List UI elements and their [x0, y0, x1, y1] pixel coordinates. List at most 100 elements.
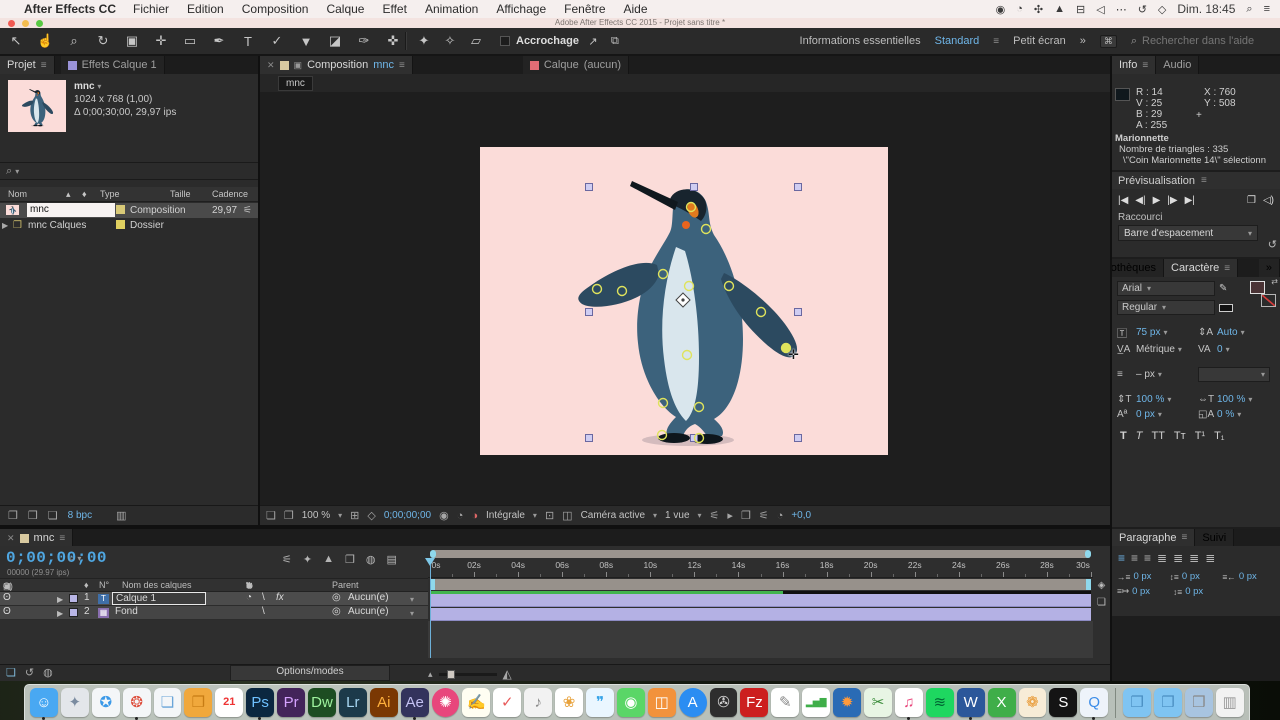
- info-panel-menu-icon[interactable]: ≡: [1142, 60, 1148, 71]
- always-preview-icon[interactable]: ❏: [266, 509, 276, 522]
- col-type[interactable]: Type: [100, 189, 120, 199]
- type-style-button-2[interactable]: TT: [1151, 430, 1164, 442]
- menu-edition[interactable]: Edition: [178, 2, 233, 16]
- snap-box-icon[interactable]: ⧉: [607, 35, 623, 48]
- preview-panel-menu-icon[interactable]: ≡: [1201, 175, 1207, 186]
- selection-handle[interactable]: [691, 184, 698, 191]
- dock-dreamweaver[interactable]: Dw: [308, 688, 336, 717]
- selection-handle[interactable]: [586, 435, 593, 442]
- character-overflow[interactable]: »: [1259, 259, 1280, 277]
- airplay-icon[interactable]: ⊟: [1076, 3, 1085, 16]
- volume-icon[interactable]: ◁: [1096, 3, 1104, 16]
- layer1-color-chip[interactable]: [69, 594, 78, 603]
- layer1-parent-value[interactable]: Aucun(e): [348, 592, 389, 603]
- workspace-standard[interactable]: Standard: [935, 35, 980, 47]
- dock-sketchbook[interactable]: S: [1049, 688, 1077, 717]
- tab-audio[interactable]: Audio: [1156, 56, 1199, 74]
- col-size[interactable]: Taille: [170, 189, 191, 199]
- comp-panel-menu-icon[interactable]: ≡: [399, 60, 405, 71]
- indent-field-2[interactable]: ≡←0 px: [1222, 571, 1275, 582]
- tab-info[interactable]: Info ≡: [1112, 56, 1156, 74]
- align-button-6[interactable]: ≣: [1205, 551, 1215, 565]
- new-composition-icon[interactable]: ❏: [48, 509, 58, 522]
- dock-firefox[interactable]: ✹: [833, 688, 861, 717]
- stamp-tool[interactable]: ▼: [298, 34, 314, 49]
- main-view-icon[interactable]: ❐: [284, 509, 294, 522]
- breadcrumb[interactable]: mnc: [278, 76, 313, 91]
- tab-effects-layer[interactable]: Effets Calque 1: [61, 56, 165, 74]
- dock-safari[interactable]: ✪: [92, 688, 120, 717]
- col-name[interactable]: Nom: [8, 189, 27, 199]
- puppet-pin-mode[interactable]: ✦: [416, 33, 432, 49]
- indent-field-value-1[interactable]: 0 px: [1182, 571, 1200, 582]
- paragraph-panel-menu-icon[interactable]: ≡: [1182, 532, 1188, 543]
- switch-header-icon-7[interactable]: ◉: [246, 581, 253, 590]
- dock-folder-documents[interactable]: ❒: [1154, 688, 1182, 717]
- align-button-3[interactable]: ≣: [1157, 551, 1167, 565]
- project-row-mnc[interactable]: mnc Composition 29,97 ⚟: [0, 203, 258, 218]
- view-chevron-icon[interactable]: ▾: [698, 511, 702, 520]
- dock-launchpad[interactable]: ✦: [61, 688, 89, 717]
- layer1-expand-icon[interactable]: ▶: [57, 595, 63, 604]
- mute-audio-icon[interactable]: ◁): [1263, 195, 1274, 206]
- dock-calendar[interactable]: 21: [215, 688, 243, 717]
- dock-butterfly[interactable]: ❁: [1019, 688, 1047, 717]
- creative-cloud-icon[interactable]: ◔: [1016, 3, 1023, 16]
- layer1-parent-chevron-icon[interactable]: ▾: [410, 595, 414, 604]
- brush-tool[interactable]: ✓: [269, 33, 285, 49]
- eraser-tool[interactable]: ◪: [327, 33, 343, 49]
- tab-character[interactable]: Caractère ≡: [1164, 259, 1238, 277]
- dropbox-icon[interactable]: ◇: [1158, 3, 1166, 16]
- dock-messages[interactable]: ❞: [586, 688, 614, 717]
- dock-notes[interactable]: ✍: [462, 688, 490, 717]
- dock-spotify[interactable]: ≋: [926, 688, 954, 717]
- zoom-out-mountain-icon[interactable]: ▴: [428, 669, 433, 680]
- col-parent[interactable]: Parent: [332, 580, 359, 590]
- dock-lightroom[interactable]: Lr: [339, 688, 367, 717]
- time-machine-icon[interactable]: ↺: [1138, 3, 1147, 16]
- character-panel-menu-icon[interactable]: ≡: [1224, 263, 1230, 274]
- dock-app-store[interactable]: A: [679, 688, 707, 717]
- layer1-shy-icon[interactable]: ◔: [246, 592, 252, 603]
- layer2-parent-pickwhip-icon[interactable]: ◎: [332, 606, 341, 617]
- layer2-expand-icon[interactable]: ▶: [57, 609, 63, 618]
- spotlight-icon[interactable]: ⌕: [1246, 3, 1252, 16]
- dock-facetime[interactable]: ◉: [617, 688, 645, 717]
- tab-composition[interactable]: ✕ ▣ Composition mnc ≡: [260, 56, 413, 74]
- dock-preview[interactable]: ❏: [154, 688, 182, 717]
- sort-up-icon[interactable]: ▴: [66, 189, 71, 200]
- interpret-footage-icon[interactable]: ❐: [8, 509, 18, 522]
- menu-animation[interactable]: Animation: [416, 2, 487, 16]
- layer2-parent-value[interactable]: Aucun(e): [348, 606, 389, 617]
- comp-marker-icon[interactable]: ◈: [1098, 580, 1106, 591]
- puppet-starch-mode[interactable]: ▱: [468, 33, 484, 49]
- timeline-search-field[interactable]: ⌕ ▾: [64, 552, 279, 568]
- timeline-toolbar-icon-2[interactable]: ▲: [323, 553, 334, 566]
- dock-premiere[interactable]: Pr: [277, 688, 305, 717]
- layer2-eye-icon[interactable]: ʘ: [3, 606, 11, 617]
- reset-shortcut-icon[interactable]: ↺: [1268, 238, 1277, 251]
- project-panel-menu-icon[interactable]: ≡: [41, 60, 47, 71]
- screen-record-icon[interactable]: ◉: [996, 3, 1006, 16]
- resolution-chevron-icon[interactable]: ▾: [533, 511, 537, 520]
- selection-handle[interactable]: [795, 309, 802, 316]
- view-layout-value[interactable]: 1 vue: [665, 510, 689, 521]
- dock-handbrake[interactable]: ✇: [710, 688, 738, 717]
- stroke-color-swatch[interactable]: [1261, 294, 1276, 307]
- tracking-value[interactable]: 0: [1217, 344, 1223, 355]
- layer1-duration-bar[interactable]: [430, 594, 1091, 607]
- spacing-field-value-0[interactable]: 0 px: [1132, 586, 1150, 597]
- type-style-button-4[interactable]: T¹: [1195, 430, 1205, 442]
- layer2-name[interactable]: Fond: [115, 606, 138, 617]
- playhead[interactable]: [425, 558, 436, 658]
- dock-davinci-resolve[interactable]: ✺: [432, 688, 460, 717]
- label-color-swatch-2[interactable]: [116, 220, 125, 229]
- col-layer-name[interactable]: Nom des calques: [122, 580, 192, 590]
- text-tool[interactable]: T: [240, 34, 256, 49]
- comp-current-time[interactable]: 0;00;00;00: [384, 510, 431, 521]
- font-size-value[interactable]: 75 px: [1136, 327, 1160, 338]
- pixel-aspect-icon[interactable]: ⚟: [710, 509, 720, 522]
- workspace-essentials[interactable]: Informations essentielles: [800, 35, 921, 47]
- align-button-4[interactable]: ≣: [1173, 551, 1183, 565]
- comp-tab-close-icon[interactable]: ✕: [267, 60, 275, 71]
